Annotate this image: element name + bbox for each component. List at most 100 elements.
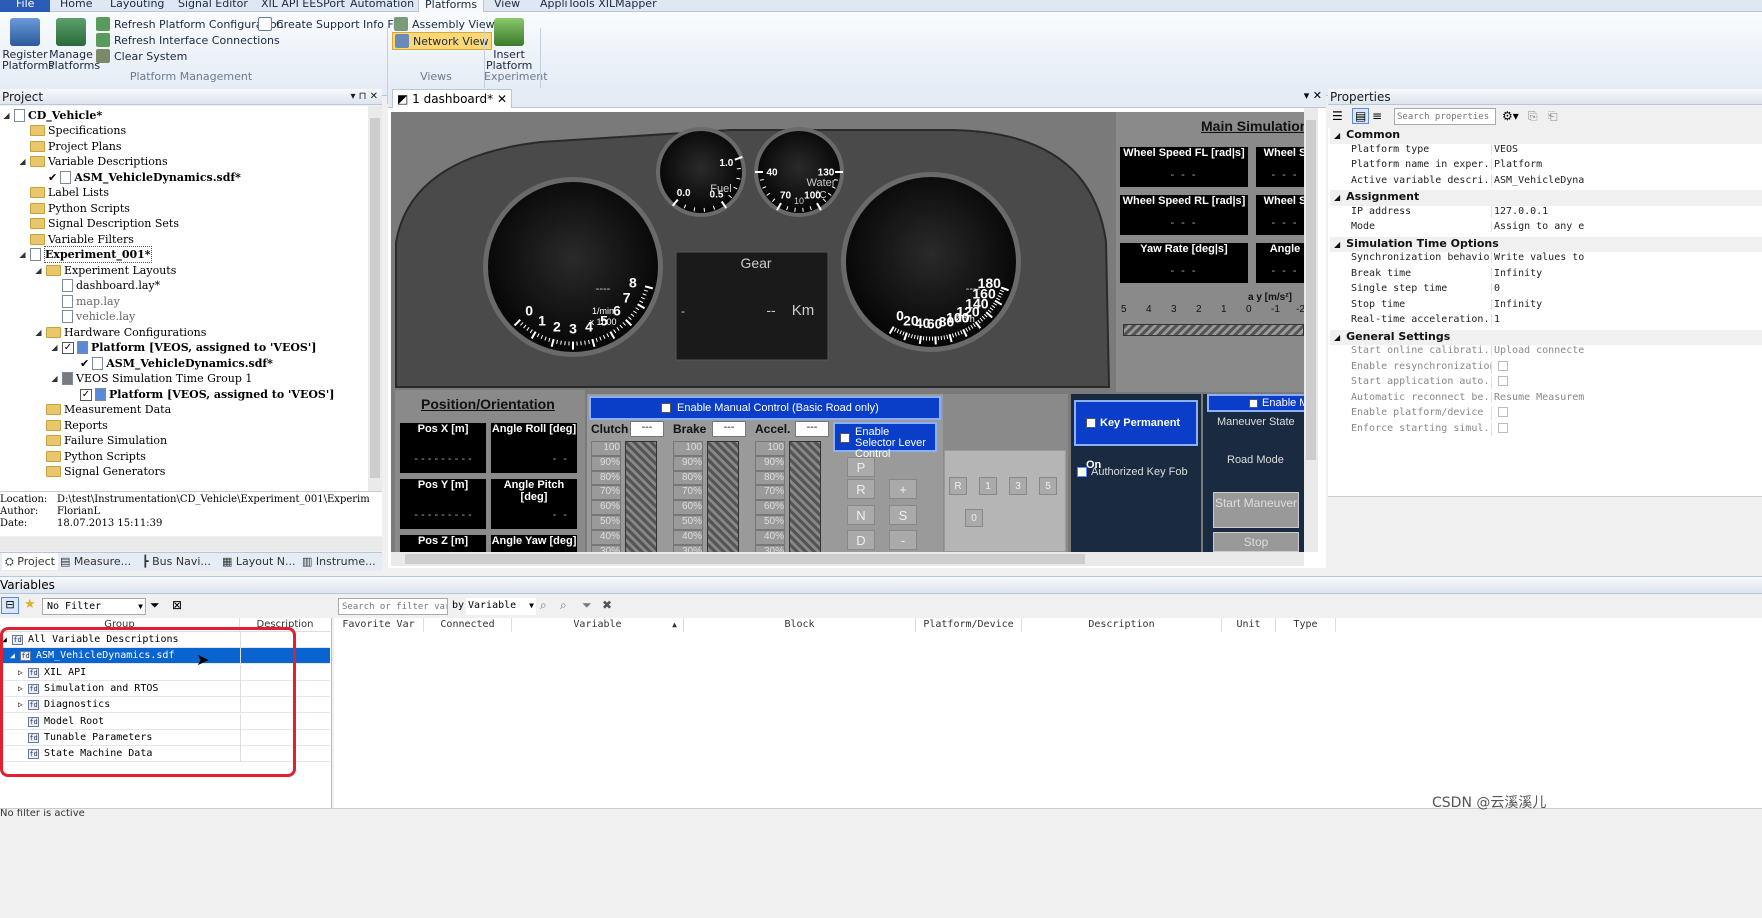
dashboard-vscrollbar[interactable] [1304, 108, 1318, 552]
property-value[interactable]: 1 [1491, 314, 1762, 325]
tree-item[interactable]: ◢ Experiment_001* [18, 245, 152, 264]
assembly-view-button[interactable]: Assembly View [394, 17, 495, 31]
tab-layouting[interactable]: Layouting [104, 0, 170, 12]
property-value[interactable]: Resume Measurem [1491, 391, 1762, 403]
tree-item[interactable]: dashboard.lay* [62, 278, 160, 293]
collapse-icon[interactable]: ◢ [34, 263, 43, 279]
key-permanent-on-checkbox[interactable]: Key Permanent On [1074, 400, 1198, 471]
property-value[interactable]: Write values to [1491, 252, 1762, 263]
tab-home[interactable]: Home [54, 0, 98, 12]
property-row[interactable]: IP address 127.0.0.1 [1330, 205, 1762, 222]
find-next-icon[interactable]: ⌕ [560, 598, 567, 613]
property-category[interactable]: ◢ General Settings [1330, 329, 1762, 345]
property-value[interactable] [1491, 422, 1762, 436]
tree-item[interactable]: ✓ Platform [VEOS, assigned to 'VEOS'] [80, 387, 334, 402]
paste-icon[interactable]: ⎗ [1548, 109, 1558, 124]
property-row[interactable]: Stop time Infinity [1330, 298, 1762, 315]
tree-item[interactable]: Project Plans [30, 139, 122, 154]
gear-r-button[interactable]: R [847, 479, 875, 499]
register-platforms-button[interactable]: Register Platforms [2, 18, 54, 71]
property-value[interactable]: 0 [1491, 283, 1762, 294]
property-value[interactable] [1491, 360, 1762, 374]
insert-platform-button[interactable]: Insert Platform [486, 18, 532, 71]
property-value[interactable]: ASM_VehicleDyna [1491, 174, 1762, 186]
tree-item[interactable]: Python Scripts [46, 449, 146, 464]
gear-p-button[interactable]: P [847, 457, 875, 477]
property-category[interactable]: ◢ Simulation Time Options [1330, 236, 1762, 252]
tab-layout-navigator[interactable]: ▦ Layout N... [222, 553, 296, 570]
alphabetical-icon[interactable]: ▤ [1352, 108, 1370, 124]
project-hscrollbar[interactable] [0, 537, 382, 551]
tree-item[interactable]: Signal Description Sets [30, 216, 179, 231]
project-tree-scrollbar[interactable] [368, 106, 382, 491]
stop-button[interactable]: Stop [1213, 532, 1299, 552]
tree-item[interactable]: vehicle.lay [62, 309, 135, 324]
accel-slider[interactable] [789, 441, 821, 552]
find-icon[interactable]: ⌕ [540, 598, 547, 613]
tree-item[interactable]: Reports [46, 418, 108, 433]
property-value[interactable]: Platform [1491, 159, 1762, 170]
column-header[interactable]: Platform/Device [916, 618, 1022, 632]
column-header[interactable]: Unit [1222, 618, 1276, 632]
tree-item[interactable]: Measurement Data [46, 402, 171, 417]
filter-icon[interactable]: ⏷ [150, 598, 160, 613]
tab-platforms[interactable]: Platforms [418, 0, 485, 12]
collapse-icon[interactable]: ◢ [50, 371, 59, 387]
scroll-thumb[interactable] [370, 118, 380, 478]
enable-maneuver-checkbox[interactable]: Enable M [1207, 394, 1304, 412]
tab-applitools[interactable]: AppliTools XILMapper [534, 0, 663, 12]
property-value[interactable]: Infinity [1491, 298, 1762, 310]
manage-platforms-button[interactable]: Manage Platforms [48, 18, 100, 71]
property-row[interactable]: Active variable descri... ASM_VehicleDyna [1330, 174, 1762, 191]
collapse-icon[interactable]: ◢ [1334, 333, 1340, 342]
tree-item[interactable]: Specifications [30, 123, 126, 138]
column-header[interactable]: Description [1022, 618, 1222, 632]
scroll-thumb[interactable] [405, 554, 1085, 564]
property-category[interactable]: ◢ Assignment [1330, 190, 1762, 206]
column-header[interactable]: Block [684, 618, 916, 632]
fuel-gauge[interactable] [660, 131, 742, 213]
property-row[interactable]: Platform name in exper... Platform [1330, 159, 1762, 175]
clutch-slider[interactable] [625, 441, 657, 552]
tree-item[interactable]: Failure Simulation [46, 433, 167, 448]
clear-filter-icon[interactable]: ✖ [602, 598, 612, 612]
property-checkbox[interactable] [1498, 407, 1508, 417]
close-icon[interactable]: ✕ [497, 92, 507, 106]
property-checkbox[interactable] [1498, 376, 1508, 386]
enable-manual-control-checkbox[interactable]: Enable Manual Control (Basic Road only) [589, 396, 941, 420]
property-value[interactable]: 127.0.0.1 [1491, 205, 1762, 217]
create-support-button[interactable]: Create Support Info File [258, 17, 406, 31]
tree-item[interactable]: ◢ Experiment Layouts [34, 263, 176, 278]
tree-item[interactable]: Signal Generators [46, 464, 165, 479]
favorite-star-icon[interactable]: ★ [24, 597, 36, 612]
panel-close-icon[interactable]: ▾ ⊓ ✕ [350, 89, 378, 105]
collapse-icon[interactable]: ◢ [1334, 240, 1340, 249]
gear-d-button[interactable]: D [847, 530, 875, 550]
collapse-icon[interactable]: ◢ [18, 154, 27, 170]
tree-item[interactable]: Python Scripts [30, 201, 130, 216]
search-options-icon[interactable]: ⚙▾ [1502, 109, 1519, 123]
column-header[interactable]: Connected [424, 618, 512, 632]
tab-instrument[interactable]: ▥ Instrume... [302, 553, 376, 570]
shift-pattern-1[interactable]: 1 [979, 477, 997, 495]
authorized-key-fob-checkbox[interactable]: Authorized Key Fob [1077, 466, 1188, 478]
property-checkbox[interactable] [1498, 422, 1508, 433]
property-value[interactable] [1491, 376, 1762, 389]
column-header[interactable]: Favorite Var [334, 618, 424, 632]
property-row[interactable]: Platform type VEOS [1330, 143, 1762, 160]
property-row[interactable]: Real-time acceleration... 1 [1330, 314, 1762, 330]
collapse-icon[interactable]: ◢ [34, 325, 43, 341]
tab-automation[interactable]: Automation [344, 0, 420, 12]
tree-item[interactable]: Variable Filters [30, 232, 134, 247]
tree-item[interactable]: ◢ Hardware Configurations [34, 325, 206, 340]
collapse-icon[interactable]: ◢ [1334, 131, 1340, 140]
gear-n-button[interactable]: N [847, 505, 875, 525]
property-checkbox[interactable] [1498, 360, 1508, 371]
property-row[interactable]: Start online calibrati... Upload connecte [1330, 345, 1762, 361]
sort-ascending-icon[interactable]: ▲ [672, 618, 677, 632]
refresh-config-button[interactable]: Refresh Platform Configuration [96, 17, 284, 31]
tree-item[interactable]: ◢ ✓ Platform [VEOS, assigned to 'VEOS'] [50, 340, 316, 355]
search-by-select[interactable]: Variable ▼ [466, 598, 536, 615]
tree-item[interactable]: ✔ ASM_VehicleDynamics.sdf* [48, 170, 241, 185]
tab-signal-editor[interactable]: Signal Editor [172, 0, 254, 12]
